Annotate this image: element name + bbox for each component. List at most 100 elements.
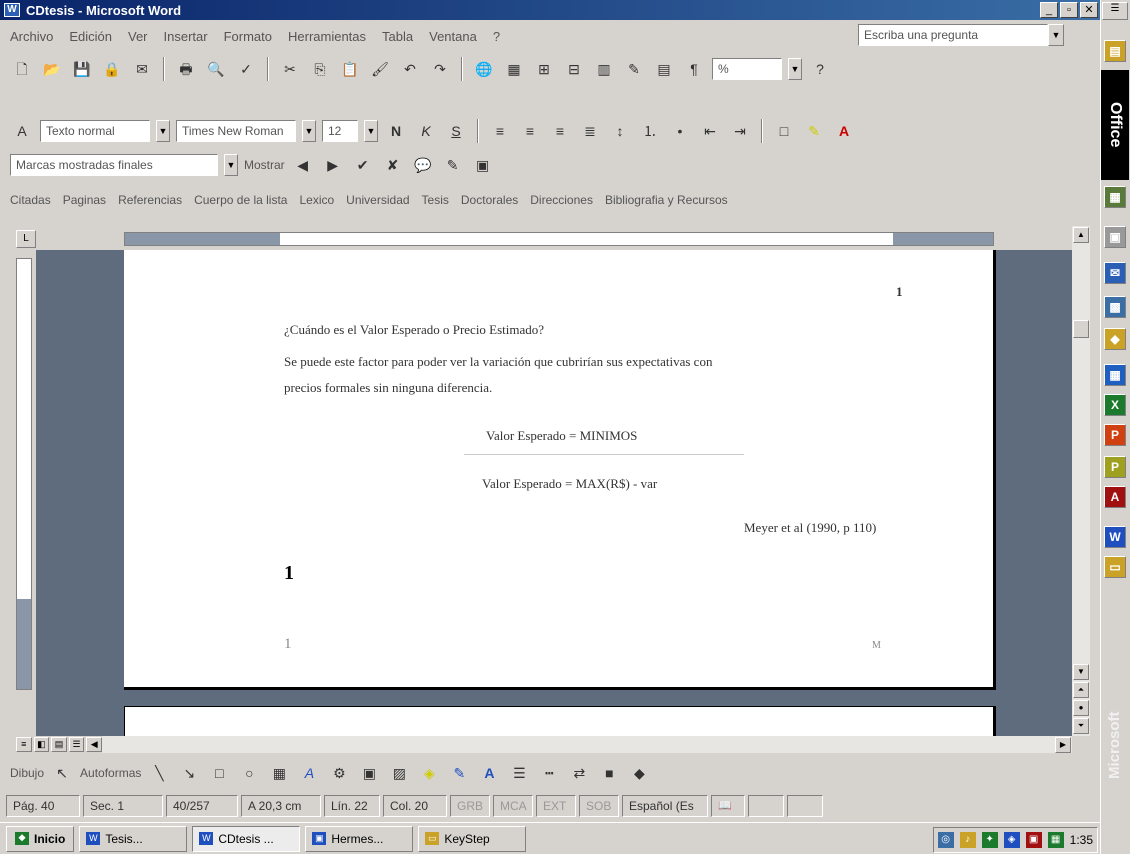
menu-insertar[interactable]: Insertar bbox=[164, 29, 208, 44]
rectangle-icon[interactable]: □ bbox=[207, 761, 231, 785]
picture-icon[interactable]: ▨ bbox=[387, 761, 411, 785]
spelling-icon[interactable]: ✓ bbox=[234, 57, 258, 81]
open-folder-icon[interactable]: 📂 bbox=[40, 57, 64, 81]
arrow-style-icon[interactable]: ⇄ bbox=[567, 761, 591, 785]
taskbar-item[interactable]: W Tesis... bbox=[79, 825, 188, 852]
draw-font-color-icon[interactable]: A bbox=[477, 761, 501, 785]
save-icon[interactable]: 💾 bbox=[70, 57, 94, 81]
ref-item-citadas[interactable]: Citadas bbox=[10, 193, 51, 207]
help-search-input[interactable]: Escriba una pregunta bbox=[858, 24, 1048, 46]
status-ext[interactable]: EXT bbox=[536, 795, 576, 817]
format-painter-icon[interactable]: 🖌 bbox=[368, 57, 392, 81]
close-button[interactable]: ✕ bbox=[1080, 2, 1098, 18]
status-sob[interactable]: SOB bbox=[579, 795, 619, 817]
border-icon[interactable]: □ bbox=[772, 119, 796, 143]
zoom-dropdown-button[interactable]: ▼ bbox=[788, 58, 802, 80]
arrow-icon[interactable]: ↘ bbox=[177, 761, 201, 785]
print-view-button[interactable]: ▤ bbox=[51, 737, 67, 752]
line-icon[interactable]: ╲ bbox=[147, 761, 171, 785]
ref-item-direcciones[interactable]: Direcciones bbox=[530, 193, 593, 207]
wordart-icon[interactable]: A bbox=[297, 761, 321, 785]
fill-color-icon[interactable]: ◈ bbox=[417, 761, 441, 785]
taskbar-item[interactable]: ▭ KeyStep bbox=[418, 825, 527, 852]
outlook-icon[interactable]: ▦ bbox=[1104, 364, 1126, 386]
access-icon[interactable]: A bbox=[1104, 486, 1126, 508]
font-size-select[interactable]: 12 bbox=[322, 120, 358, 142]
tables-borders-icon[interactable]: ▦ bbox=[502, 57, 526, 81]
ref-item-doctorales[interactable]: Doctorales bbox=[461, 193, 518, 207]
document-area[interactable]: 1 ¿Cuándo es el Valor Esperado o Precio … bbox=[36, 250, 1072, 736]
email-icon[interactable]: ✉ bbox=[130, 57, 154, 81]
shortcut-4-icon[interactable]: ▩ bbox=[1104, 296, 1126, 318]
scroll-left-button[interactable]: ◀ bbox=[86, 737, 102, 752]
line-color-icon[interactable]: ✎ bbox=[447, 761, 471, 785]
redo-icon[interactable]: ↷ bbox=[428, 57, 452, 81]
spelling-status-icon[interactable]: 📖 bbox=[711, 795, 745, 817]
justify-icon[interactable]: ≣ bbox=[578, 119, 602, 143]
align-right-icon[interactable]: ≡ bbox=[548, 119, 572, 143]
minimize-button[interactable]: _ bbox=[1040, 2, 1058, 18]
menu-edicion[interactable]: Edición bbox=[69, 29, 112, 44]
select-objects-icon[interactable]: ↖ bbox=[50, 761, 74, 785]
font-dropdown-button[interactable]: ▼ bbox=[302, 120, 316, 142]
taskbar-item-active[interactable]: W CDtesis ... bbox=[192, 825, 301, 852]
maximize-button[interactable]: ▫ bbox=[1060, 2, 1078, 18]
style-dropdown-button[interactable]: ▼ bbox=[156, 120, 170, 142]
previous-change-icon[interactable]: ◀ bbox=[291, 153, 315, 177]
ref-item-bibliografia[interactable]: Bibliografia y Recursos bbox=[605, 193, 728, 207]
styles-pane-icon[interactable]: A bbox=[10, 119, 34, 143]
drawing-icon[interactable]: ✎ bbox=[622, 57, 646, 81]
draw-menu-button[interactable]: Dibujo bbox=[10, 766, 44, 780]
columns-icon[interactable]: ▥ bbox=[592, 57, 616, 81]
reject-change-icon[interactable]: ✘ bbox=[381, 153, 405, 177]
taskbar-item[interactable]: ▣ Hermes... bbox=[305, 825, 414, 852]
markup-view-dropdown-button[interactable]: ▼ bbox=[224, 154, 238, 176]
horizontal-ruler[interactable] bbox=[124, 232, 994, 246]
menu-archivo[interactable]: Archivo bbox=[10, 29, 53, 44]
markup-view-select[interactable]: Marcas mostradas finales bbox=[10, 154, 218, 176]
browse-object-button[interactable]: ● bbox=[1073, 700, 1089, 716]
word-app-icon[interactable]: W bbox=[4, 3, 20, 17]
status-mca[interactable]: MCA bbox=[493, 795, 533, 817]
tray-app-icon[interactable]: ◈ bbox=[1003, 832, 1020, 848]
increase-indent-icon[interactable]: ⇥ bbox=[728, 119, 752, 143]
folder-shortcut-icon[interactable]: ▤ bbox=[1104, 40, 1126, 62]
print-preview-icon[interactable]: 🔍 bbox=[204, 57, 228, 81]
shortcut-1-icon[interactable]: ▦ bbox=[1104, 186, 1126, 208]
horizontal-scrollbar[interactable] bbox=[102, 736, 1072, 753]
accept-change-icon[interactable]: ✔ bbox=[351, 153, 375, 177]
help-icon[interactable]: ? bbox=[808, 57, 832, 81]
ref-item-cuerpo[interactable]: Cuerpo de la lista bbox=[194, 193, 287, 207]
line-style-icon[interactable]: ☰ bbox=[507, 761, 531, 785]
hyperlink-icon[interactable]: 🌐 bbox=[472, 57, 496, 81]
tab-selector-button[interactable]: L bbox=[16, 230, 36, 248]
word-shortcut-icon[interactable]: W bbox=[1104, 526, 1126, 548]
shortcut-5-icon[interactable]: ◆ bbox=[1104, 328, 1126, 350]
scroll-down-button[interactable]: ▼ bbox=[1073, 664, 1089, 680]
ref-item-universidad[interactable]: Universidad bbox=[346, 193, 409, 207]
menu-help[interactable]: ? bbox=[493, 29, 500, 44]
ref-item-tesis[interactable]: Tesis bbox=[422, 193, 449, 207]
start-button[interactable]: ❖ Inicio bbox=[6, 825, 75, 852]
underline-icon[interactable]: S bbox=[444, 119, 468, 143]
shortcut-3-icon[interactable]: ✉ bbox=[1104, 262, 1126, 284]
menu-herramientas[interactable]: Herramientas bbox=[288, 29, 366, 44]
previous-page-button[interactable]: ⏶ bbox=[1073, 682, 1089, 698]
help-dropdown-button[interactable]: ▼ bbox=[1048, 24, 1064, 46]
menu-tabla[interactable]: Tabla bbox=[382, 29, 413, 44]
antivirus-icon[interactable]: ✦ bbox=[981, 832, 998, 848]
align-left-icon[interactable]: ≡ bbox=[488, 119, 512, 143]
ref-item-paginas[interactable]: Paginas bbox=[63, 193, 106, 207]
volume-icon[interactable]: ♪ bbox=[959, 832, 976, 848]
autoshapes-menu-button[interactable]: Autoformas bbox=[80, 766, 141, 780]
excel-icon[interactable]: X bbox=[1104, 394, 1126, 416]
tray-app-3-icon[interactable]: ▦ bbox=[1047, 832, 1064, 848]
permission-icon[interactable]: 🔒 bbox=[100, 57, 124, 81]
network-icon[interactable]: ◎ bbox=[937, 832, 954, 848]
shortcut-2-icon[interactable]: ▣ bbox=[1104, 226, 1126, 248]
vertical-scroll-thumb[interactable] bbox=[1073, 320, 1089, 338]
highlight-icon[interactable]: ✎ bbox=[802, 119, 826, 143]
clipart-icon[interactable]: ▣ bbox=[357, 761, 381, 785]
font-select[interactable]: Times New Roman bbox=[176, 120, 296, 142]
print-icon[interactable]: 🖶 bbox=[174, 57, 198, 81]
